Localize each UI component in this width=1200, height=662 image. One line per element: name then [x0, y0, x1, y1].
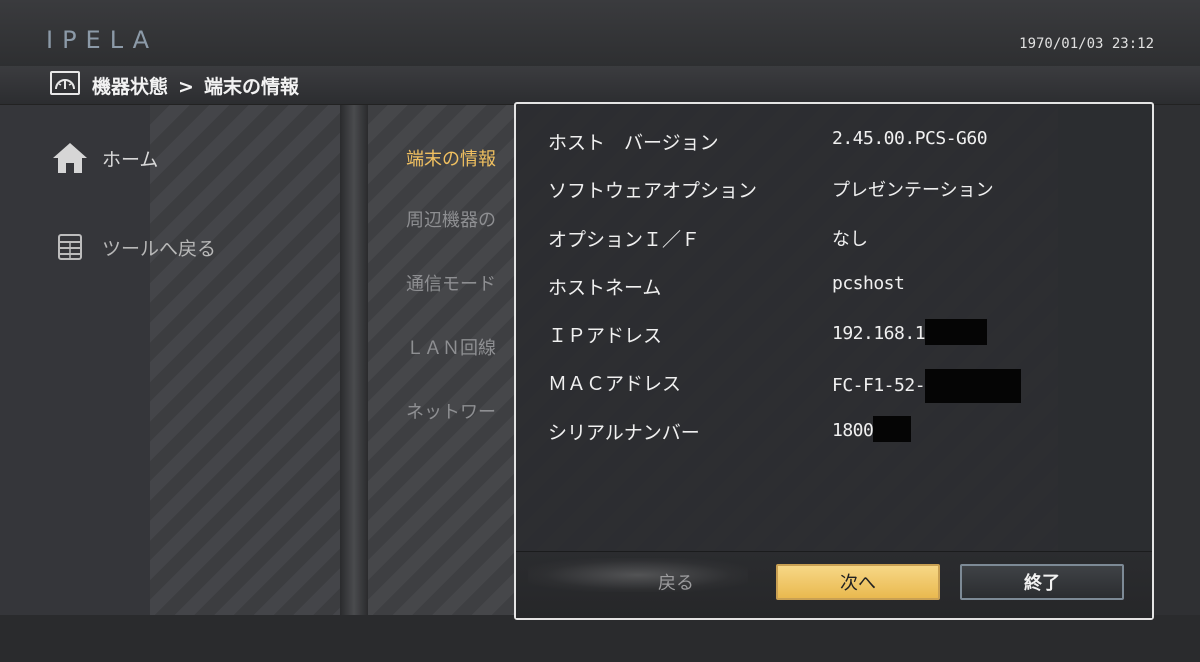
- redaction-box: [925, 319, 988, 345]
- info-row-host-version: ホスト バージョン 2.45.00.PCS-G60: [548, 128, 1128, 156]
- toolbox-icon: [50, 231, 90, 263]
- breadcrumb-text: 機器状態 > 端末の情報: [92, 72, 299, 99]
- info-label: シリアルナンバー: [548, 422, 700, 444]
- screen: IPELA 1970/01/03 23:12 機器状態 > 端末の情報 ホーム: [0, 0, 1200, 662]
- info-row-software-option: ソフトウェアオプション プレゼンテーション: [548, 176, 1128, 204]
- redaction-box: [925, 369, 1022, 403]
- menu-item-device-info[interactable]: 端末の情報: [406, 145, 496, 171]
- sidebar-item-label: ホーム: [102, 148, 159, 171]
- info-row-serial-number: シリアルナンバー 1800: [548, 416, 1128, 446]
- menu-item-peripherals[interactable]: 周辺機器の: [406, 206, 496, 232]
- info-value: pcshost: [832, 273, 905, 294]
- info-label: ソフトウェアオプション: [548, 180, 758, 202]
- next-button[interactable]: 次へ: [776, 564, 940, 600]
- sidebar-item-home[interactable]: ホーム: [50, 138, 158, 178]
- menu-item-network[interactable]: ネットワー: [406, 398, 496, 424]
- breadcrumb-current: 端末の情報: [203, 76, 299, 98]
- menu-item-lan-line[interactable]: ＬＡＮ回線: [406, 334, 496, 360]
- datetime: 1970/01/03 23:12: [1019, 36, 1154, 52]
- info-label: ＩＰアドレス: [548, 325, 663, 347]
- meter-icon: [50, 71, 80, 95]
- info-row-option-if: オプションＩ／Ｆ なし: [548, 225, 1128, 253]
- sidebar-item-label: ツールへ戻る: [102, 237, 217, 260]
- info-label: ホストネーム: [548, 277, 662, 299]
- info-row-mac-address: ＭＡＣアドレス FC-F1-52-: [548, 369, 1128, 403]
- info-value: 1800: [832, 420, 874, 441]
- bottom-bar: [0, 615, 1200, 662]
- dialog-footer: 戻る 次へ 終了: [516, 551, 1152, 618]
- info-label: オプションＩ／Ｆ: [548, 229, 701, 251]
- info-value: FC-F1-52-: [832, 375, 926, 396]
- redaction-box: [873, 416, 912, 442]
- info-value: なし: [832, 229, 868, 250]
- info-value: 192.168.1: [832, 323, 926, 344]
- sidebar: [0, 105, 150, 615]
- breadcrumb-separator: >: [178, 76, 194, 98]
- info-label: ホスト バージョン: [548, 132, 719, 154]
- info-label: ＭＡＣアドレス: [548, 373, 682, 395]
- back-button[interactable]: 戻る: [646, 564, 706, 600]
- info-row-ip-address: ＩＰアドレス 192.168.1: [548, 319, 1128, 349]
- top-bar: IPELA 1970/01/03 23:12: [0, 0, 1200, 66]
- breadcrumb-parent[interactable]: 機器状態: [92, 76, 168, 98]
- column-divider: [340, 105, 368, 615]
- home-icon: [50, 142, 90, 174]
- info-row-hostname: ホストネーム pcshost: [548, 273, 1128, 301]
- device-info-dialog: ホスト バージョン 2.45.00.PCS-G60 ソフトウェアオプション プレ…: [514, 102, 1154, 620]
- info-value: プレゼンテーション: [832, 180, 994, 201]
- info-value: 2.45.00.PCS-G60: [832, 128, 988, 149]
- sidebar-item-back-to-tools[interactable]: ツールへ戻る: [50, 227, 216, 267]
- menu-item-comm-mode[interactable]: 通信モード: [406, 270, 496, 296]
- end-button[interactable]: 終了: [960, 564, 1124, 600]
- breadcrumb: 機器状態 > 端末の情報: [0, 66, 1200, 105]
- footer-glow: [528, 558, 748, 592]
- sidebar-pattern: [150, 105, 340, 615]
- ipela-logo: IPELA: [46, 26, 159, 54]
